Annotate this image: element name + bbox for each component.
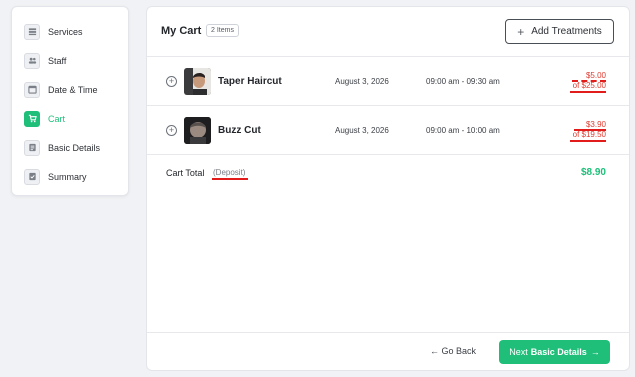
cart-item-row: + Buzz Cut August 3, 2026 09:00 am - 10:… — [147, 106, 629, 155]
expand-icon[interactable]: + — [166, 125, 177, 136]
cart-item-row: + Taper Haircut August 3, 2026 09:00 am … — [147, 57, 629, 106]
cart-footer: ← Go Back Next Basic Details → — [147, 332, 629, 371]
sidebar-item-cart[interactable]: Cart — [12, 104, 128, 133]
sidebar-item-label: Staff — [48, 55, 67, 66]
cart-total-row: Cart Total (Deposit) $8.90 — [147, 155, 629, 190]
add-treatments-button[interactable]: + Add Treatments — [505, 19, 614, 44]
add-treatments-label: Add Treatments — [531, 26, 602, 37]
full-price: of $25.00 — [572, 81, 606, 90]
appointment-time: 09:00 am - 10:00 am — [426, 126, 500, 135]
cart-panel: My Cart 2 Items + Add Treatments + Taper… — [146, 6, 630, 371]
go-back-label: Go Back — [441, 346, 477, 356]
sidebar-item-summary[interactable]: Summary — [12, 162, 128, 191]
go-back-button[interactable]: ← Go Back — [430, 346, 476, 356]
sidebar-item-date-time[interactable]: Date & Time — [12, 75, 128, 104]
service-name: Buzz Cut — [218, 125, 261, 136]
sidebar-item-label: Summary — [48, 171, 87, 182]
arrow-right-icon: → — [590, 347, 600, 357]
service-thumbnail — [184, 117, 211, 144]
sidebar-item-label: Cart — [48, 113, 66, 124]
appointment-date: August 3, 2026 — [335, 77, 389, 86]
annotation-underline — [212, 178, 248, 180]
cart-total-label: Cart Total — [166, 168, 205, 178]
calendar-icon — [24, 81, 40, 98]
details-icon — [24, 139, 40, 156]
deposit-note: (Deposit) — [213, 168, 246, 177]
annotation-underline — [570, 140, 606, 142]
appointment-date: August 3, 2026 — [335, 126, 389, 135]
cart-icon — [24, 110, 40, 127]
sidebar-item-label: Basic Details — [48, 142, 101, 153]
arrow-left-icon: ← — [430, 346, 439, 356]
page-title: My Cart — [161, 25, 202, 37]
appointment-time: 09:00 am - 09:30 am — [426, 77, 500, 86]
expand-icon[interactable]: + — [166, 76, 177, 87]
next-label: Next — [509, 347, 528, 357]
cart-total-amount: $8.90 — [580, 167, 606, 178]
next-basic-details-button[interactable]: Next Basic Details → — [499, 340, 610, 364]
sidebar-item-staff[interactable]: Staff — [12, 46, 128, 75]
item-count-badge: 2 Items — [206, 24, 239, 37]
sidebar-item-services[interactable]: Services — [12, 17, 128, 46]
service-name: Taper Haircut — [218, 76, 282, 87]
checklist-icon — [24, 168, 40, 185]
next-label-bold: Basic Details — [530, 347, 587, 357]
users-icon — [24, 52, 40, 69]
annotation-underline — [574, 129, 606, 131]
sidebar-item-label: Date & Time — [48, 84, 98, 95]
list-icon — [24, 23, 40, 40]
annotation-underline — [570, 91, 606, 93]
sidebar-item-basic-details[interactable]: Basic Details — [12, 133, 128, 162]
cart-header: My Cart 2 Items + Add Treatments — [147, 7, 629, 57]
annotation-underline — [572, 80, 606, 82]
sidebar-item-label: Services — [48, 26, 83, 37]
full-price: of $19.50 — [572, 130, 606, 139]
plus-icon: + — [517, 24, 525, 39]
service-thumbnail — [184, 68, 211, 95]
booking-steps-sidebar: Services Staff Date & Time Cart Basic De… — [11, 6, 129, 196]
